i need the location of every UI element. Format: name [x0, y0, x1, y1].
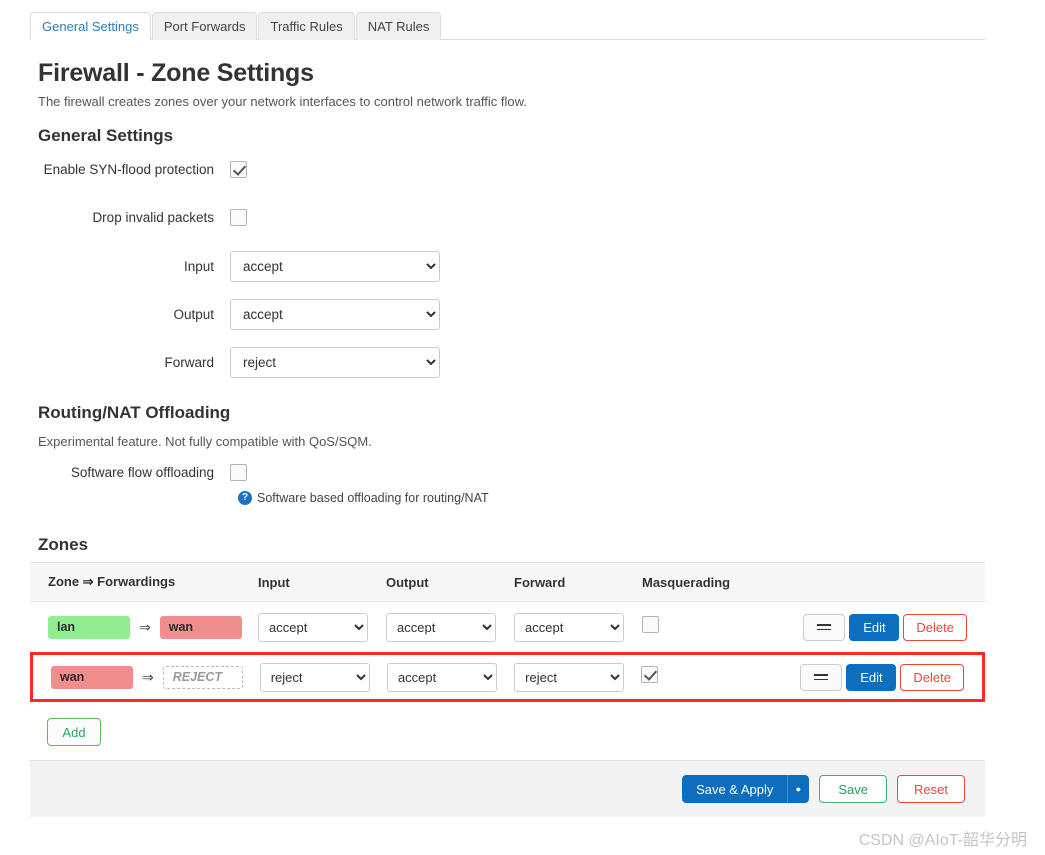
field-row-software-flow-offloading: Software flow offloading: [38, 464, 558, 481]
forward-arrow-icon: ⇒: [139, 618, 151, 635]
syn-flood-checkbox[interactable]: [230, 161, 247, 178]
row-actions-cell: Edit Delete: [802, 613, 985, 641]
row-input-cell: accept: [258, 612, 386, 642]
zone-source-badge[interactable]: lan: [48, 615, 130, 639]
save-apply-group: Save & Apply ●: [682, 775, 810, 803]
software-flow-offloading-checkbox[interactable]: [230, 464, 247, 481]
save-button[interactable]: Save: [819, 775, 888, 803]
delete-button[interactable]: Delete: [900, 663, 964, 691]
tab-label: General Settings: [42, 19, 139, 34]
row-masquerading-cell: [641, 666, 800, 688]
output-policy-select[interactable]: accept: [230, 299, 440, 330]
row-forward-select[interactable]: reject: [514, 662, 625, 692]
section-heading-general-settings: General Settings: [38, 126, 174, 145]
row-output-select[interactable]: accept: [386, 612, 496, 642]
software-offloading-help: ? Software based offloading for routing/…: [238, 491, 489, 505]
firewall-zone-settings-page: General Settings Port Forwards Traffic R…: [0, 0, 1045, 855]
page-title: Firewall - Zone Settings: [38, 59, 314, 87]
zones-table: Zone ⇒ Forwardings Input Output Forward …: [30, 562, 985, 702]
add-zone-button[interactable]: Add: [47, 718, 101, 746]
zone-dest-badge[interactable]: wan: [159, 615, 242, 639]
zone-source-badge[interactable]: wan: [51, 665, 133, 689]
table-row: wan ⇒ REJECT reject accept reject Edit D…: [30, 652, 985, 702]
section-heading-routing-nat: Routing/NAT Offloading: [38, 403, 231, 422]
row-masquerading-checkbox[interactable]: [642, 616, 659, 633]
software-offloading-help-text: Software based offloading for routing/NA…: [257, 491, 489, 505]
column-header-forward: Forward: [514, 574, 566, 590]
edit-button[interactable]: Edit: [849, 613, 900, 641]
column-header-zone-forwardings: Zone ⇒ Forwardings: [48, 574, 176, 589]
input-label: Input: [183, 259, 214, 274]
forward-policy-select[interactable]: reject: [230, 347, 440, 378]
row-input-select[interactable]: reject: [259, 662, 370, 692]
tab-label: NAT Rules: [367, 19, 430, 34]
zone-forwardings-cell: wan ⇒ REJECT: [33, 665, 260, 689]
field-row-drop-invalid: Drop invalid packets: [38, 209, 558, 226]
field-row-syn-flood: Enable SYN-flood protection: [38, 161, 558, 178]
column-header-masquerading: Masquerading: [642, 574, 731, 590]
tab-general-settings[interactable]: General Settings: [30, 12, 151, 40]
row-forward-cell: accept: [514, 612, 642, 642]
row-output-cell: accept: [386, 662, 514, 692]
caret-down-icon[interactable]: ●: [787, 775, 810, 803]
footer-action-bar: Save & Apply ● Save Reset: [30, 760, 985, 817]
row-output-cell: accept: [386, 612, 514, 642]
row-masquerading-cell: [642, 616, 802, 638]
hamburger-icon[interactable]: [800, 663, 843, 691]
tab-label: Port Forwards: [163, 19, 246, 34]
drop-invalid-label: Drop invalid packets: [92, 210, 214, 225]
watermark: CSDN @AIoT-韶华分明: [858, 832, 1027, 849]
row-input-cell: reject: [259, 662, 387, 692]
output-label: Output: [173, 307, 214, 322]
hamburger-icon[interactable]: [803, 613, 846, 641]
zones-table-header: Zone ⇒ Forwardings Input Output Forward …: [30, 562, 985, 602]
field-row-forward: Forward reject: [38, 347, 558, 378]
reset-button[interactable]: Reset: [897, 775, 965, 803]
table-row: lan ⇒ wan accept accept accept Edit Dele…: [30, 602, 985, 652]
delete-button[interactable]: Delete: [903, 613, 967, 641]
forward-arrow-icon: ⇒: [142, 668, 154, 685]
row-forward-cell: reject: [514, 662, 641, 692]
tab-nat-rules[interactable]: NAT Rules: [355, 12, 442, 40]
tab-port-forwards[interactable]: Port Forwards: [151, 12, 258, 40]
column-header-input: Input: [258, 574, 290, 590]
row-output-select[interactable]: accept: [386, 662, 497, 692]
drop-invalid-checkbox[interactable]: [230, 209, 247, 226]
tab-bar: General Settings Port Forwards Traffic R…: [30, 12, 985, 40]
save-and-apply-button[interactable]: Save & Apply: [682, 775, 788, 803]
forward-label: Forward: [164, 355, 214, 370]
edit-button[interactable]: Edit: [846, 663, 897, 691]
tab-traffic-rules[interactable]: Traffic Rules: [258, 12, 355, 40]
zone-dest-placeholder: REJECT: [162, 665, 243, 689]
software-flow-offloading-label: Software flow offloading: [70, 465, 214, 480]
row-input-select[interactable]: accept: [258, 612, 368, 642]
syn-flood-label: Enable SYN-flood protection: [43, 162, 214, 177]
question-circle-icon: ?: [238, 491, 252, 505]
row-forward-select[interactable]: accept: [514, 612, 624, 642]
routing-nat-description: Experimental feature. Not fully compatib…: [38, 434, 372, 449]
section-heading-zones: Zones: [38, 535, 89, 554]
zone-forwardings-cell: lan ⇒ wan: [30, 615, 258, 639]
page-subtitle: The firewall creates zones over your net…: [38, 94, 527, 109]
tab-label: Traffic Rules: [270, 19, 343, 34]
field-row-input: Input accept: [38, 251, 558, 282]
input-policy-select[interactable]: accept: [230, 251, 440, 282]
row-actions-cell: Edit Delete: [800, 663, 982, 691]
field-row-output: Output accept: [38, 299, 558, 330]
row-masquerading-checkbox[interactable]: [641, 666, 659, 683]
column-header-output: Output: [386, 574, 429, 590]
